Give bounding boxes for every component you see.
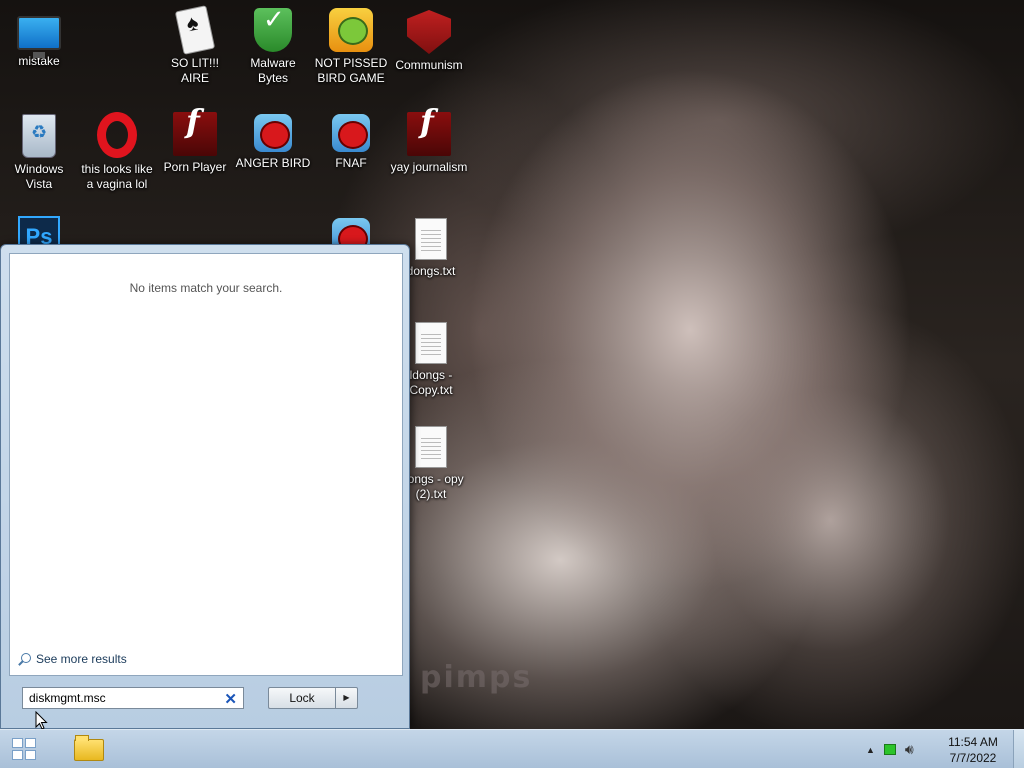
wallpaper-text: pimps [420, 660, 533, 695]
clock-time: 11:54 AM [948, 735, 998, 749]
desktop-icon-communism[interactable]: Communism [390, 10, 468, 73]
opera-icon [97, 112, 137, 158]
desktop-icon-label: yay journalism [390, 160, 468, 174]
windows-logo-icon [25, 750, 36, 760]
emblem-icon [407, 10, 451, 54]
desktop-icon-label: Windows Vista [14, 162, 64, 191]
file-explorer-taskbar-button[interactable] [72, 734, 106, 764]
desktop-icon-label: ANGER BIRD [235, 156, 311, 170]
windows-logo-icon [12, 738, 23, 748]
flash-icon [407, 112, 451, 156]
start-search-input[interactable]: diskmgmt.msc ✕ [22, 687, 244, 709]
show-desktop-button[interactable] [1013, 730, 1024, 768]
show-hidden-icons-icon[interactable]: ▲ [866, 745, 875, 755]
desktop-icon-fnaf[interactable]: FNAF [312, 114, 390, 171]
desktop-icon-yay-journalism[interactable]: yay journalism [390, 112, 468, 175]
power-button-group: Lock ▶ [268, 687, 358, 709]
desktop-icon-mistake[interactable]: mistake [0, 10, 78, 69]
computer-icon [17, 16, 61, 58]
clear-search-icon[interactable]: ✕ [224, 690, 237, 708]
folder-icon [74, 735, 104, 761]
desktop-icon-label: Porn Player [163, 160, 227, 174]
desktop-icon-label: SO LIT!!! AIRE [170, 56, 219, 85]
clock-date: 7/7/2022 [949, 751, 997, 765]
desktop-icon-opera[interactable]: this looks like a vagina lol [78, 112, 156, 192]
search-input-value: diskmgmt.msc [29, 691, 106, 705]
lock-button[interactable]: Lock [268, 687, 335, 709]
windows-logo-icon [25, 738, 36, 748]
playing-cards-icon [174, 5, 216, 55]
desktop-icon-label: this looks like a vagina lol [81, 162, 153, 191]
desktop-icon-bad-piggies[interactable]: NOT PISSED BIRD GAME [312, 8, 390, 86]
desktop-icon-label: NOT PISSED BIRD GAME [314, 56, 388, 85]
see-more-results-link[interactable]: See more results [18, 652, 127, 666]
desktop-icon-label: FNAF [335, 156, 367, 170]
windows-logo-icon [12, 750, 23, 760]
search-icon [18, 652, 31, 666]
desktop-icon-angry-birds[interactable]: ANGER BIRD [234, 114, 312, 171]
text-file-icon [415, 218, 447, 260]
power-options-arrow-button[interactable]: ▶ [335, 687, 358, 709]
desktop-icon-solitaire[interactable]: SO LIT!!! AIRE [156, 5, 234, 86]
start-button[interactable] [12, 738, 38, 762]
network-icon[interactable] [883, 744, 896, 755]
no-results-message: No items match your search. [129, 281, 283, 295]
desktop-icon-recycle-bin[interactable]: Windows Vista [0, 114, 78, 192]
desktop-icon-label: Malware Bytes [250, 56, 296, 85]
angry-bird-icon [254, 114, 292, 152]
flash-icon [173, 112, 217, 156]
see-more-results-label: See more results [36, 652, 127, 666]
text-file-icon [415, 322, 447, 364]
taskbar-clock[interactable]: 11:54 AM 7/7/2022 [938, 734, 1008, 766]
pig-game-icon [329, 8, 373, 52]
desktop-icon-malwarebytes[interactable]: Malware Bytes [234, 8, 312, 86]
start-menu: No items match your search. See more res… [0, 244, 410, 729]
search-results-pane: No items match your search. See more res… [9, 253, 403, 676]
system-tray: ▲ 🔊︎ [866, 730, 914, 768]
recycle-bin-icon [22, 114, 56, 158]
taskbar: ▲ 🔊︎ 11:54 AM 7/7/2022 [0, 729, 1024, 768]
shield-icon [254, 8, 292, 52]
angry-bird-icon [332, 114, 370, 152]
desktop-icon-label: Communism [395, 58, 463, 72]
desktop-icon-flash-player[interactable]: Porn Player [156, 112, 234, 175]
volume-icon[interactable]: 🔊︎ [905, 741, 914, 758]
text-file-icon [415, 426, 447, 468]
